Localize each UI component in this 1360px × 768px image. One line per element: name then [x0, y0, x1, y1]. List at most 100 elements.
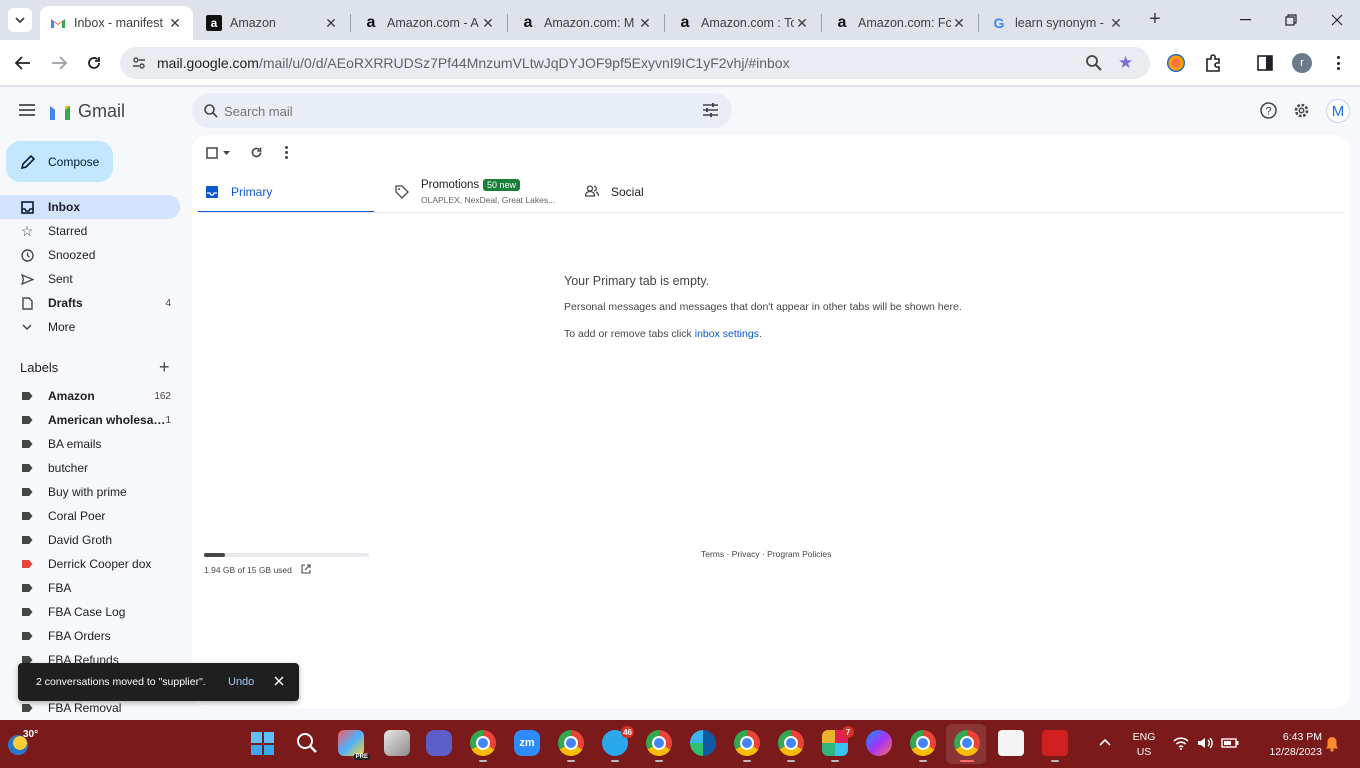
- chrome-icon-active[interactable]: [954, 730, 980, 762]
- label-item-fba-case-log[interactable]: FBA Case Log: [0, 600, 180, 624]
- slack-icon[interactable]: 7: [822, 726, 854, 762]
- acrobat-icon[interactable]: [1042, 730, 1068, 762]
- label-item-derrick-cooper-dox[interactable]: Derrick Cooper dox: [0, 552, 180, 576]
- close-icon[interactable]: ✕: [323, 15, 339, 32]
- profile-avatar[interactable]: r: [1292, 53, 1312, 73]
- label-item-david-groth[interactable]: David Groth: [0, 528, 180, 552]
- sidebar-item-more[interactable]: More: [0, 315, 180, 339]
- tab-search-button[interactable]: [8, 8, 32, 32]
- label-item-amazon[interactable]: Amazon 162: [0, 384, 180, 408]
- refresh-icon[interactable]: [250, 146, 263, 159]
- zoom-app-icon[interactable]: zm: [514, 730, 540, 756]
- extension-icon[interactable]: [1167, 54, 1185, 72]
- edge-icon[interactable]: [690, 730, 716, 756]
- snipping-tool-icon[interactable]: [998, 730, 1024, 756]
- search-input[interactable]: [224, 101, 664, 121]
- chrome-icon[interactable]: [558, 730, 584, 762]
- search-options-icon[interactable]: [703, 103, 718, 117]
- close-icon[interactable]: ✕: [1108, 15, 1124, 32]
- teams-chat-icon[interactable]: [426, 730, 452, 756]
- close-icon[interactable]: ✕: [951, 15, 967, 32]
- browser-tab-4[interactable]: a Amazon.com : Tc ✕: [667, 6, 820, 40]
- close-icon[interactable]: ✕: [794, 15, 810, 32]
- compose-button[interactable]: Compose: [6, 141, 113, 182]
- volume-icon[interactable]: [1197, 736, 1213, 750]
- search-bar[interactable]: [192, 93, 732, 128]
- chrome-menu-icon[interactable]: [1330, 53, 1346, 73]
- tab-primary[interactable]: Primary: [198, 173, 374, 213]
- label-item-ba-emails[interactable]: BA emails: [0, 432, 180, 456]
- account-avatar[interactable]: M: [1326, 99, 1350, 123]
- label-item-coral-poer[interactable]: Coral Poer: [0, 504, 180, 528]
- reload-button[interactable]: [83, 52, 105, 74]
- tab-promotions[interactable]: Promotions 50 new OLAPLEX, NexDeal, Grea…: [382, 173, 572, 213]
- sidebar-item-starred[interactable]: ☆ Starred: [0, 219, 180, 243]
- messenger-icon[interactable]: [866, 730, 892, 756]
- start-button[interactable]: [251, 732, 274, 755]
- copilot-icon[interactable]: PRE: [338, 730, 370, 760]
- label-item-american-wholesale[interactable]: American wholesal... 1: [0, 408, 180, 432]
- label-item-butcher[interactable]: butcher: [0, 456, 180, 480]
- chrome-icon[interactable]: [646, 730, 672, 762]
- chrome-icon[interactable]: [910, 730, 936, 762]
- wifi-icon[interactable]: [1173, 736, 1189, 750]
- inbox-settings-link[interactable]: inbox settings: [695, 328, 759, 340]
- notification-bell-icon[interactable]: [1325, 736, 1339, 752]
- task-view-icon[interactable]: [384, 730, 410, 756]
- language-indicator[interactable]: ENG US: [1128, 730, 1160, 760]
- label-item-fba[interactable]: FBA: [0, 576, 180, 600]
- settings-gear-icon[interactable]: [1293, 102, 1310, 119]
- window-close-button[interactable]: [1324, 8, 1350, 32]
- help-icon[interactable]: ?: [1260, 102, 1277, 119]
- new-tab-button[interactable]: +: [1144, 8, 1166, 30]
- chrome-icon[interactable]: [470, 730, 496, 762]
- sidebar-item-drafts[interactable]: Drafts 4: [0, 291, 180, 315]
- minimize-button[interactable]: [1232, 8, 1258, 32]
- open-in-new-icon[interactable]: [301, 564, 311, 574]
- sidebar-item-sent[interactable]: Sent: [0, 267, 180, 291]
- terms-link[interactable]: Terms: [701, 549, 724, 559]
- site-info-icon[interactable]: [132, 56, 146, 70]
- tab-social[interactable]: Social: [574, 173, 754, 213]
- gmail-logo[interactable]: Gmail: [48, 101, 125, 122]
- show-hidden-icons-chevron-up-icon[interactable]: [1099, 738, 1111, 746]
- main-menu-icon[interactable]: [19, 103, 35, 117]
- send-icon: [20, 272, 34, 286]
- address-bar[interactable]: mail.google.com/mail/u/0/d/AEoRXRRUDSz7P…: [120, 47, 1150, 79]
- program-policies-link[interactable]: Program Policies: [767, 549, 831, 559]
- restore-button[interactable]: [1278, 8, 1304, 32]
- undo-button[interactable]: Undo: [228, 676, 254, 688]
- snackbar-close-icon[interactable]: [274, 676, 284, 686]
- label-item-fba-orders[interactable]: FBA Orders: [0, 624, 180, 648]
- zoom-icon[interactable]: [1086, 55, 1102, 71]
- privacy-link[interactable]: Privacy: [732, 549, 760, 559]
- browser-tab-1[interactable]: a Amazon ✕: [196, 6, 349, 40]
- battery-icon[interactable]: [1221, 737, 1239, 749]
- browser-tab-5[interactable]: a Amazon.com: Fc ✕: [824, 6, 977, 40]
- bookmark-star-icon[interactable]: ★: [1118, 53, 1133, 73]
- label-item-buy-with-prime[interactable]: Buy with prime: [0, 480, 180, 504]
- extensions-puzzle-icon[interactable]: [1204, 54, 1222, 72]
- taskbar-search-icon[interactable]: [296, 732, 318, 754]
- browser-tab-2[interactable]: a Amazon.com - A ✕: [353, 6, 506, 40]
- sidebar-item-snoozed[interactable]: Snoozed: [0, 243, 180, 267]
- search-icon[interactable]: [204, 104, 218, 118]
- weather-widget[interactable]: 30°: [8, 729, 42, 759]
- forward-button[interactable]: [48, 52, 70, 74]
- more-options-icon[interactable]: [285, 146, 288, 159]
- back-button[interactable]: [12, 52, 34, 74]
- close-icon[interactable]: ✕: [637, 15, 653, 32]
- close-icon[interactable]: ✕: [167, 15, 183, 32]
- clock[interactable]: 6:43 PM 12/28/2023: [1262, 730, 1322, 760]
- close-icon[interactable]: ✕: [480, 15, 496, 32]
- browser-tab-6[interactable]: G learn synonym - ✕: [981, 6, 1134, 40]
- browser-tab-0[interactable]: Inbox - manifest ✕: [40, 6, 193, 40]
- create-label-button[interactable]: +: [159, 358, 170, 376]
- chrome-icon[interactable]: [778, 730, 804, 762]
- side-panel-icon[interactable]: [1257, 55, 1273, 71]
- browser-tab-3[interactable]: a Amazon.com: M ✕: [510, 6, 663, 40]
- sidebar-item-inbox[interactable]: Inbox: [0, 195, 180, 219]
- chrome-icon[interactable]: [734, 730, 760, 762]
- select-all-checkbox[interactable]: [206, 147, 230, 159]
- telegram-icon[interactable]: 46: [602, 726, 634, 762]
